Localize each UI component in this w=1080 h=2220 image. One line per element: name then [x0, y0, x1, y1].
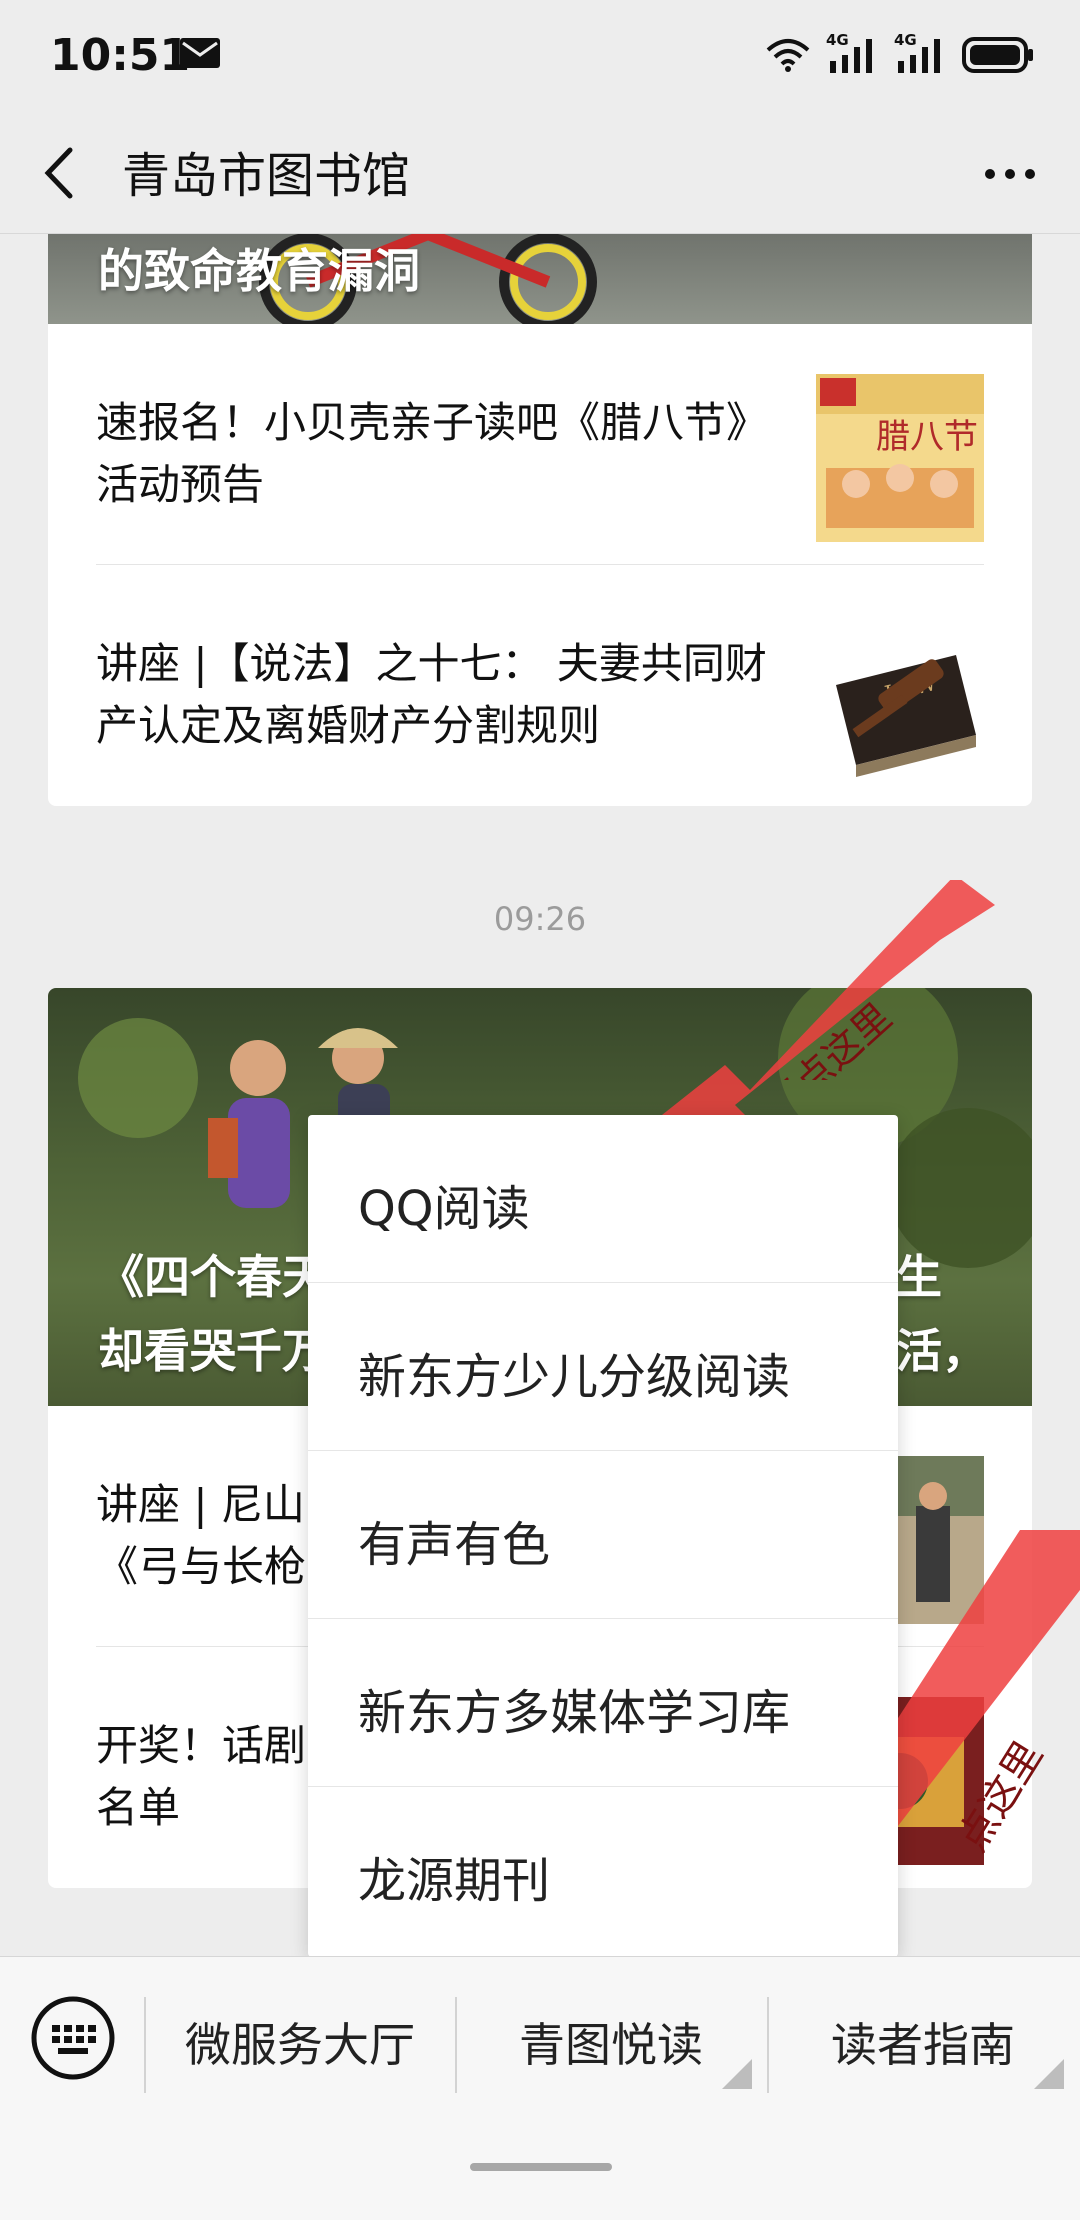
article-thumbnail: 腊八节	[816, 374, 984, 542]
thumb-text: 腊八节	[876, 417, 978, 457]
wifi-icon	[766, 39, 810, 72]
menu-item-youshengyouse[interactable]: 有声有色	[308, 1451, 898, 1619]
home-indicator[interactable]	[470, 2163, 612, 2171]
submenu-indicator-icon	[1034, 2059, 1064, 2089]
menu-item-label: 新东方少儿分级阅读	[358, 1349, 791, 1405]
message-timestamp: 09:26	[493, 900, 587, 938]
menu-item-qq-reading[interactable]: QQ阅读	[308, 1115, 898, 1283]
banner-title: 的致命教育漏洞	[98, 244, 420, 298]
status-time: 10:51	[50, 30, 191, 81]
article-item[interactable]: 速报名！小贝壳亲子读吧《腊八节》活动预告 腊八节	[96, 324, 984, 564]
tab-qingtu-reading[interactable]: 青图悦读	[456, 1987, 766, 2097]
article-title: 讲座 |【说法】之十七： 夫妻共同财产认定及离婚财产分割规则	[96, 639, 767, 750]
menu-item-longyuan-journals[interactable]: 龙源期刊	[308, 1787, 898, 1955]
menu-item-xdf-multimedia[interactable]: 新东方多媒体学习库	[308, 1619, 898, 1787]
article-item[interactable]: 讲座 |【说法】之十七： 夫妻共同财产认定及离婚财产分割规则 LAW	[96, 564, 984, 804]
banner-title-left-2: 却看哭千万	[98, 1324, 328, 1378]
menu-item-label: QQ阅读	[358, 1181, 530, 1237]
keyboard-icon[interactable]	[30, 1995, 116, 2081]
battery-icon	[962, 37, 1033, 73]
menu-item-label: 龙源期刊	[358, 1853, 551, 1909]
signal-icon-2: 4G	[894, 31, 946, 75]
tab-reader-guide[interactable]: 读者指南	[768, 1987, 1078, 2097]
article-title: 速报名！小贝壳亲子读吧《腊八节》活动预告	[96, 398, 769, 509]
bottom-menu-bar: 微服务大厅 青图悦读 读者指南	[0, 1956, 1080, 2220]
article-thumbnail: LAW	[816, 615, 984, 783]
submenu-popup: QQ阅读 新东方少儿分级阅读 有声有色 新东方多媒体学习库 龙源期刊	[308, 1115, 898, 1957]
tab-label: 微服务大厅	[185, 2018, 415, 2072]
nav-bar: 青岛市图书馆	[0, 112, 1080, 234]
menu-item-label: 新东方多媒体学习库	[358, 1685, 791, 1741]
signal-icon-1: 4G	[826, 31, 878, 75]
tab-label: 读者指南	[831, 2018, 1015, 2072]
page-title: 青岛市图书馆	[122, 148, 411, 204]
tab-micro-service-hall[interactable]: 微服务大厅	[145, 1987, 455, 2097]
back-icon[interactable]	[38, 140, 84, 206]
more-icon[interactable]	[982, 154, 1038, 194]
banner-title-right: 生活，	[896, 1250, 988, 1378]
submenu-indicator-icon	[722, 2059, 752, 2089]
tab-label: 青图悦读	[519, 2018, 703, 2072]
status-icons: 4G 4G	[766, 30, 1034, 80]
menu-item-label: 有声有色	[358, 1517, 551, 1573]
mail-icon	[180, 38, 220, 68]
menu-item-xdf-kids-reading[interactable]: 新东方少儿分级阅读	[308, 1283, 898, 1451]
article-card[interactable]: 的致命教育漏洞 速报名！小贝壳亲子读吧《腊八节》活动预告 腊八节 讲座 |【说法…	[48, 234, 1032, 806]
article-banner[interactable]: 的致命教育漏洞	[48, 234, 1032, 324]
banner-title-left: 《四个春天	[98, 1250, 328, 1304]
status-bar: 10:51 4G 4G	[0, 0, 1080, 112]
